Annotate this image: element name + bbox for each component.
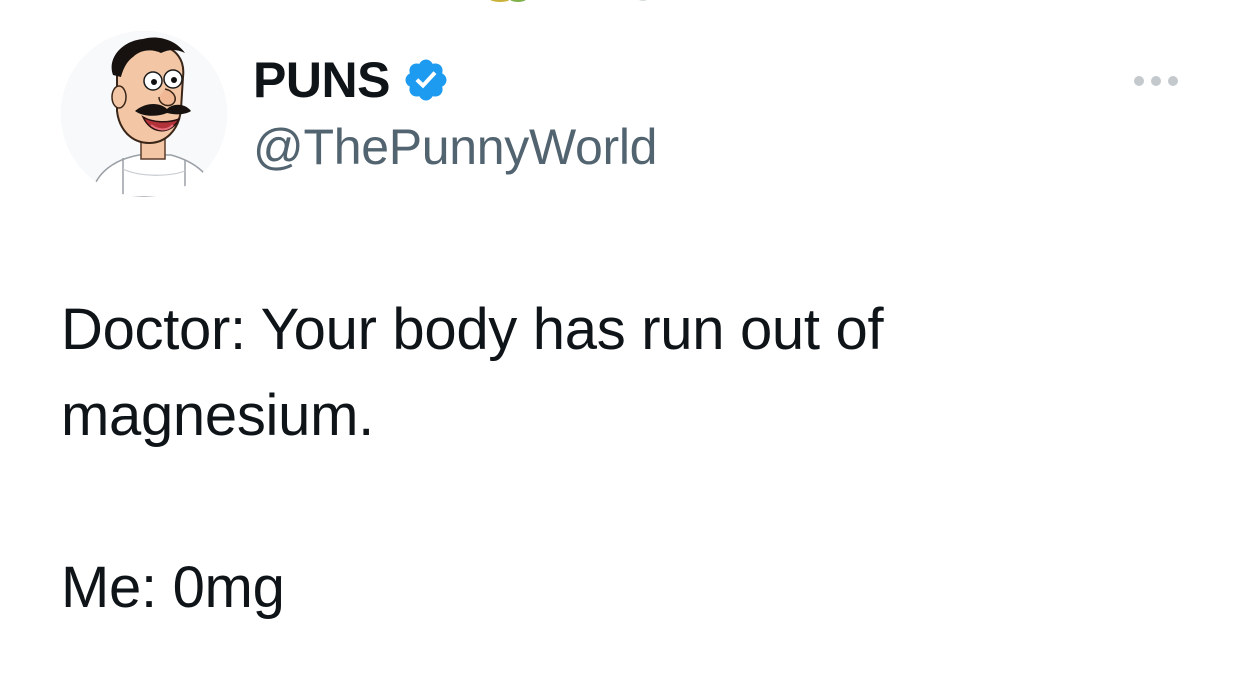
tweet-card: PUNS @ThePunnyWorld Doctor: Your body ha… — [0, 0, 1242, 674]
tweet-line: Me: 0mg — [61, 555, 285, 620]
tweet-line: Doctor: Your body has run out of — [61, 297, 884, 362]
author-display-name[interactable]: PUNS — [253, 50, 390, 110]
partial-content-sliver — [478, 0, 658, 4]
author-handle[interactable]: @ThePunnyWorld — [253, 116, 657, 178]
author-avatar[interactable] — [61, 31, 227, 197]
tweet-line: magnesium. — [61, 383, 374, 448]
more-options-icon — [1134, 76, 1178, 86]
tweet-text: Doctor: Your body has run out of magnesi… — [61, 287, 1181, 631]
verified-badge-icon — [405, 59, 447, 101]
more-options-button[interactable] — [1128, 62, 1184, 100]
author-name-row[interactable]: PUNS — [253, 50, 450, 110]
avatar-image — [61, 31, 227, 197]
